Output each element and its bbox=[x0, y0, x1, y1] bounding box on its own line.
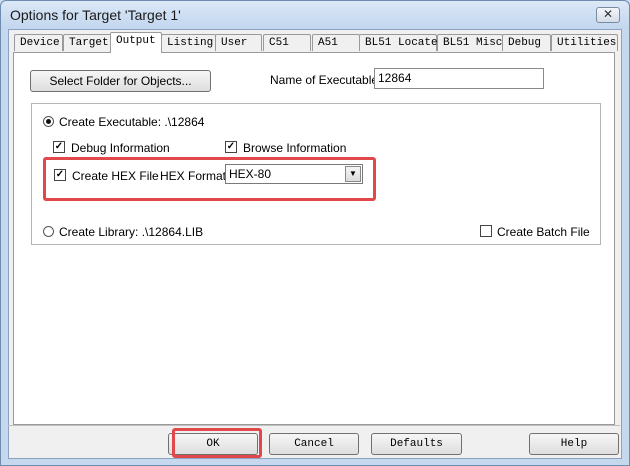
title-bar: Options for Target 'Target 1' ✕ bbox=[1, 1, 629, 29]
tab-a51[interactable]: A51 bbox=[312, 34, 360, 51]
debug-information-label: Debug Information bbox=[71, 141, 170, 155]
create-batch-file-checkbox[interactable] bbox=[480, 225, 492, 237]
defaults-button[interactable]: Defaults bbox=[371, 433, 462, 455]
create-library-label: Create Library: .\12864.LIB bbox=[59, 225, 204, 239]
ok-button[interactable]: OK bbox=[168, 433, 258, 455]
help-button[interactable]: Help bbox=[529, 433, 619, 455]
create-batch-file-label: Create Batch File bbox=[497, 225, 590, 239]
create-hex-file-checkbox[interactable]: ✓ bbox=[54, 169, 66, 181]
create-executable-label: Create Executable: .\12864 bbox=[59, 115, 205, 129]
browse-information-checkbox[interactable]: ✓ bbox=[225, 141, 237, 153]
create-library-radio[interactable] bbox=[43, 226, 54, 237]
cancel-button[interactable]: Cancel bbox=[269, 433, 359, 455]
close-icon: ✕ bbox=[602, 7, 614, 21]
select-folder-button[interactable]: Select Folder for Objects... bbox=[30, 70, 211, 92]
name-of-executable-label: Name of Executable: bbox=[270, 73, 382, 87]
tab-user[interactable]: User bbox=[215, 34, 262, 51]
hex-format-value: HEX-80 bbox=[229, 167, 272, 181]
create-executable-radio[interactable] bbox=[43, 116, 54, 127]
tab-listing[interactable]: Listing bbox=[161, 34, 216, 51]
browse-information-label: Browse Information bbox=[243, 141, 347, 155]
tab-device[interactable]: Device bbox=[14, 34, 63, 51]
window-title: Options for Target 'Target 1' bbox=[10, 7, 181, 23]
tab-output[interactable]: Output bbox=[110, 32, 162, 53]
name-of-executable-input[interactable]: 12864 bbox=[374, 68, 544, 89]
hex-format-select[interactable]: HEX-80 ▼ bbox=[225, 164, 363, 184]
close-button[interactable]: ✕ bbox=[596, 7, 620, 23]
footer-divider bbox=[8, 425, 620, 426]
hex-format-label: HEX Format: bbox=[160, 169, 230, 183]
debug-information-checkbox[interactable]: ✓ bbox=[53, 141, 65, 153]
tab-bl51-misc[interactable]: BL51 Misc bbox=[437, 34, 503, 51]
create-hex-file-label: Create HEX File bbox=[72, 169, 159, 183]
radio-selected-dot bbox=[46, 119, 51, 124]
tab-utilities[interactable]: Utilities bbox=[551, 34, 618, 51]
tab-target[interactable]: Target bbox=[63, 34, 112, 51]
tab-c51[interactable]: C51 bbox=[263, 34, 311, 51]
tab-bl51-locate[interactable]: BL51 Locate bbox=[359, 34, 438, 51]
tab-debug[interactable]: Debug bbox=[502, 34, 551, 51]
chevron-down-icon[interactable]: ▼ bbox=[345, 166, 361, 182]
